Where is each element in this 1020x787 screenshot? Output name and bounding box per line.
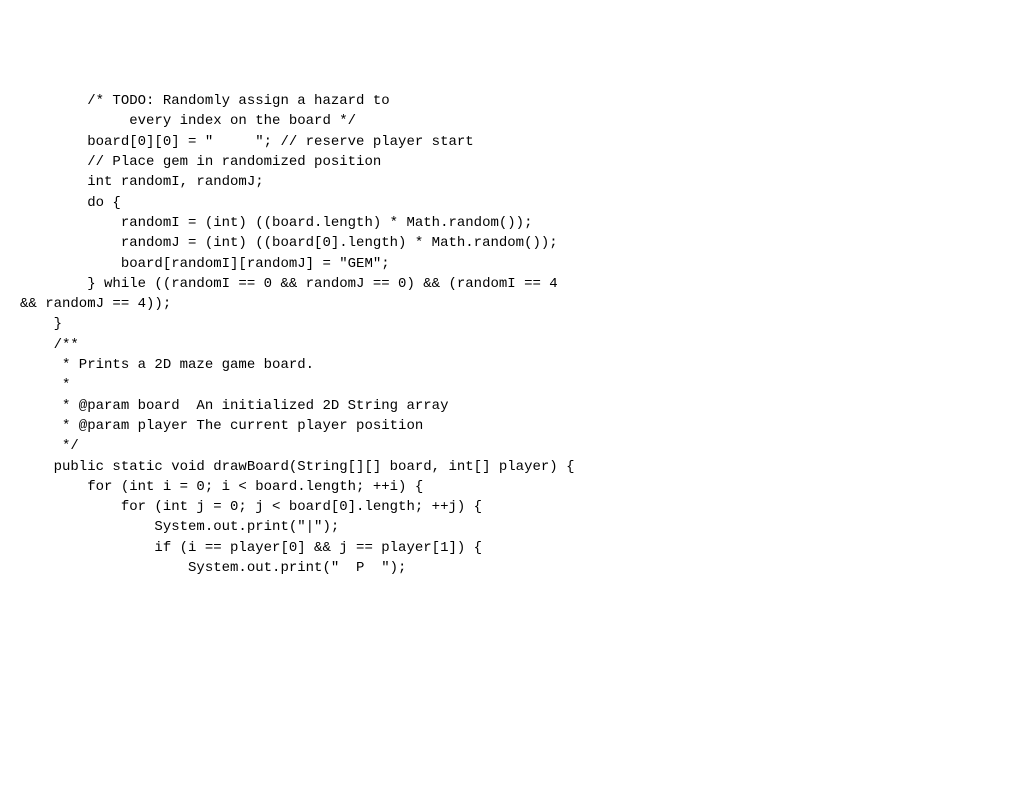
code-line: System.out.print("|"); (20, 517, 1000, 537)
code-line: /** (20, 335, 1000, 355)
code-line: } while ((randomI == 0 && randomJ == 0) … (20, 274, 1000, 294)
code-line: * @param player The current player posit… (20, 416, 1000, 436)
code-line: do { (20, 193, 1000, 213)
code-line: board[randomI][randomJ] = "GEM"; (20, 254, 1000, 274)
code-line: // Place gem in randomized position (20, 152, 1000, 172)
code-line: int randomI, randomJ; (20, 172, 1000, 192)
code-line: */ (20, 436, 1000, 456)
code-line: && randomJ == 4)); (20, 294, 1000, 314)
code-line: for (int j = 0; j < board[0].length; ++j… (20, 497, 1000, 517)
code-line: randomI = (int) ((board.length) * Math.r… (20, 213, 1000, 233)
code-line: } (20, 314, 1000, 334)
code-block: /* TODO: Randomly assign a hazard to eve… (0, 81, 1020, 588)
code-line: System.out.print(" P "); (20, 558, 1000, 578)
code-line: /* TODO: Randomly assign a hazard to (20, 91, 1000, 111)
code-line: * (20, 375, 1000, 395)
code-line: * Prints a 2D maze game board. (20, 355, 1000, 375)
code-line: for (int i = 0; i < board.length; ++i) { (20, 477, 1000, 497)
code-line: public static void drawBoard(String[][] … (20, 457, 1000, 477)
code-line: * @param board An initialized 2D String … (20, 396, 1000, 416)
code-line: board[0][0] = " "; // reserve player sta… (20, 132, 1000, 152)
code-line: every index on the board */ (20, 111, 1000, 131)
code-line: randomJ = (int) ((board[0].length) * Mat… (20, 233, 1000, 253)
code-line: if (i == player[0] && j == player[1]) { (20, 538, 1000, 558)
